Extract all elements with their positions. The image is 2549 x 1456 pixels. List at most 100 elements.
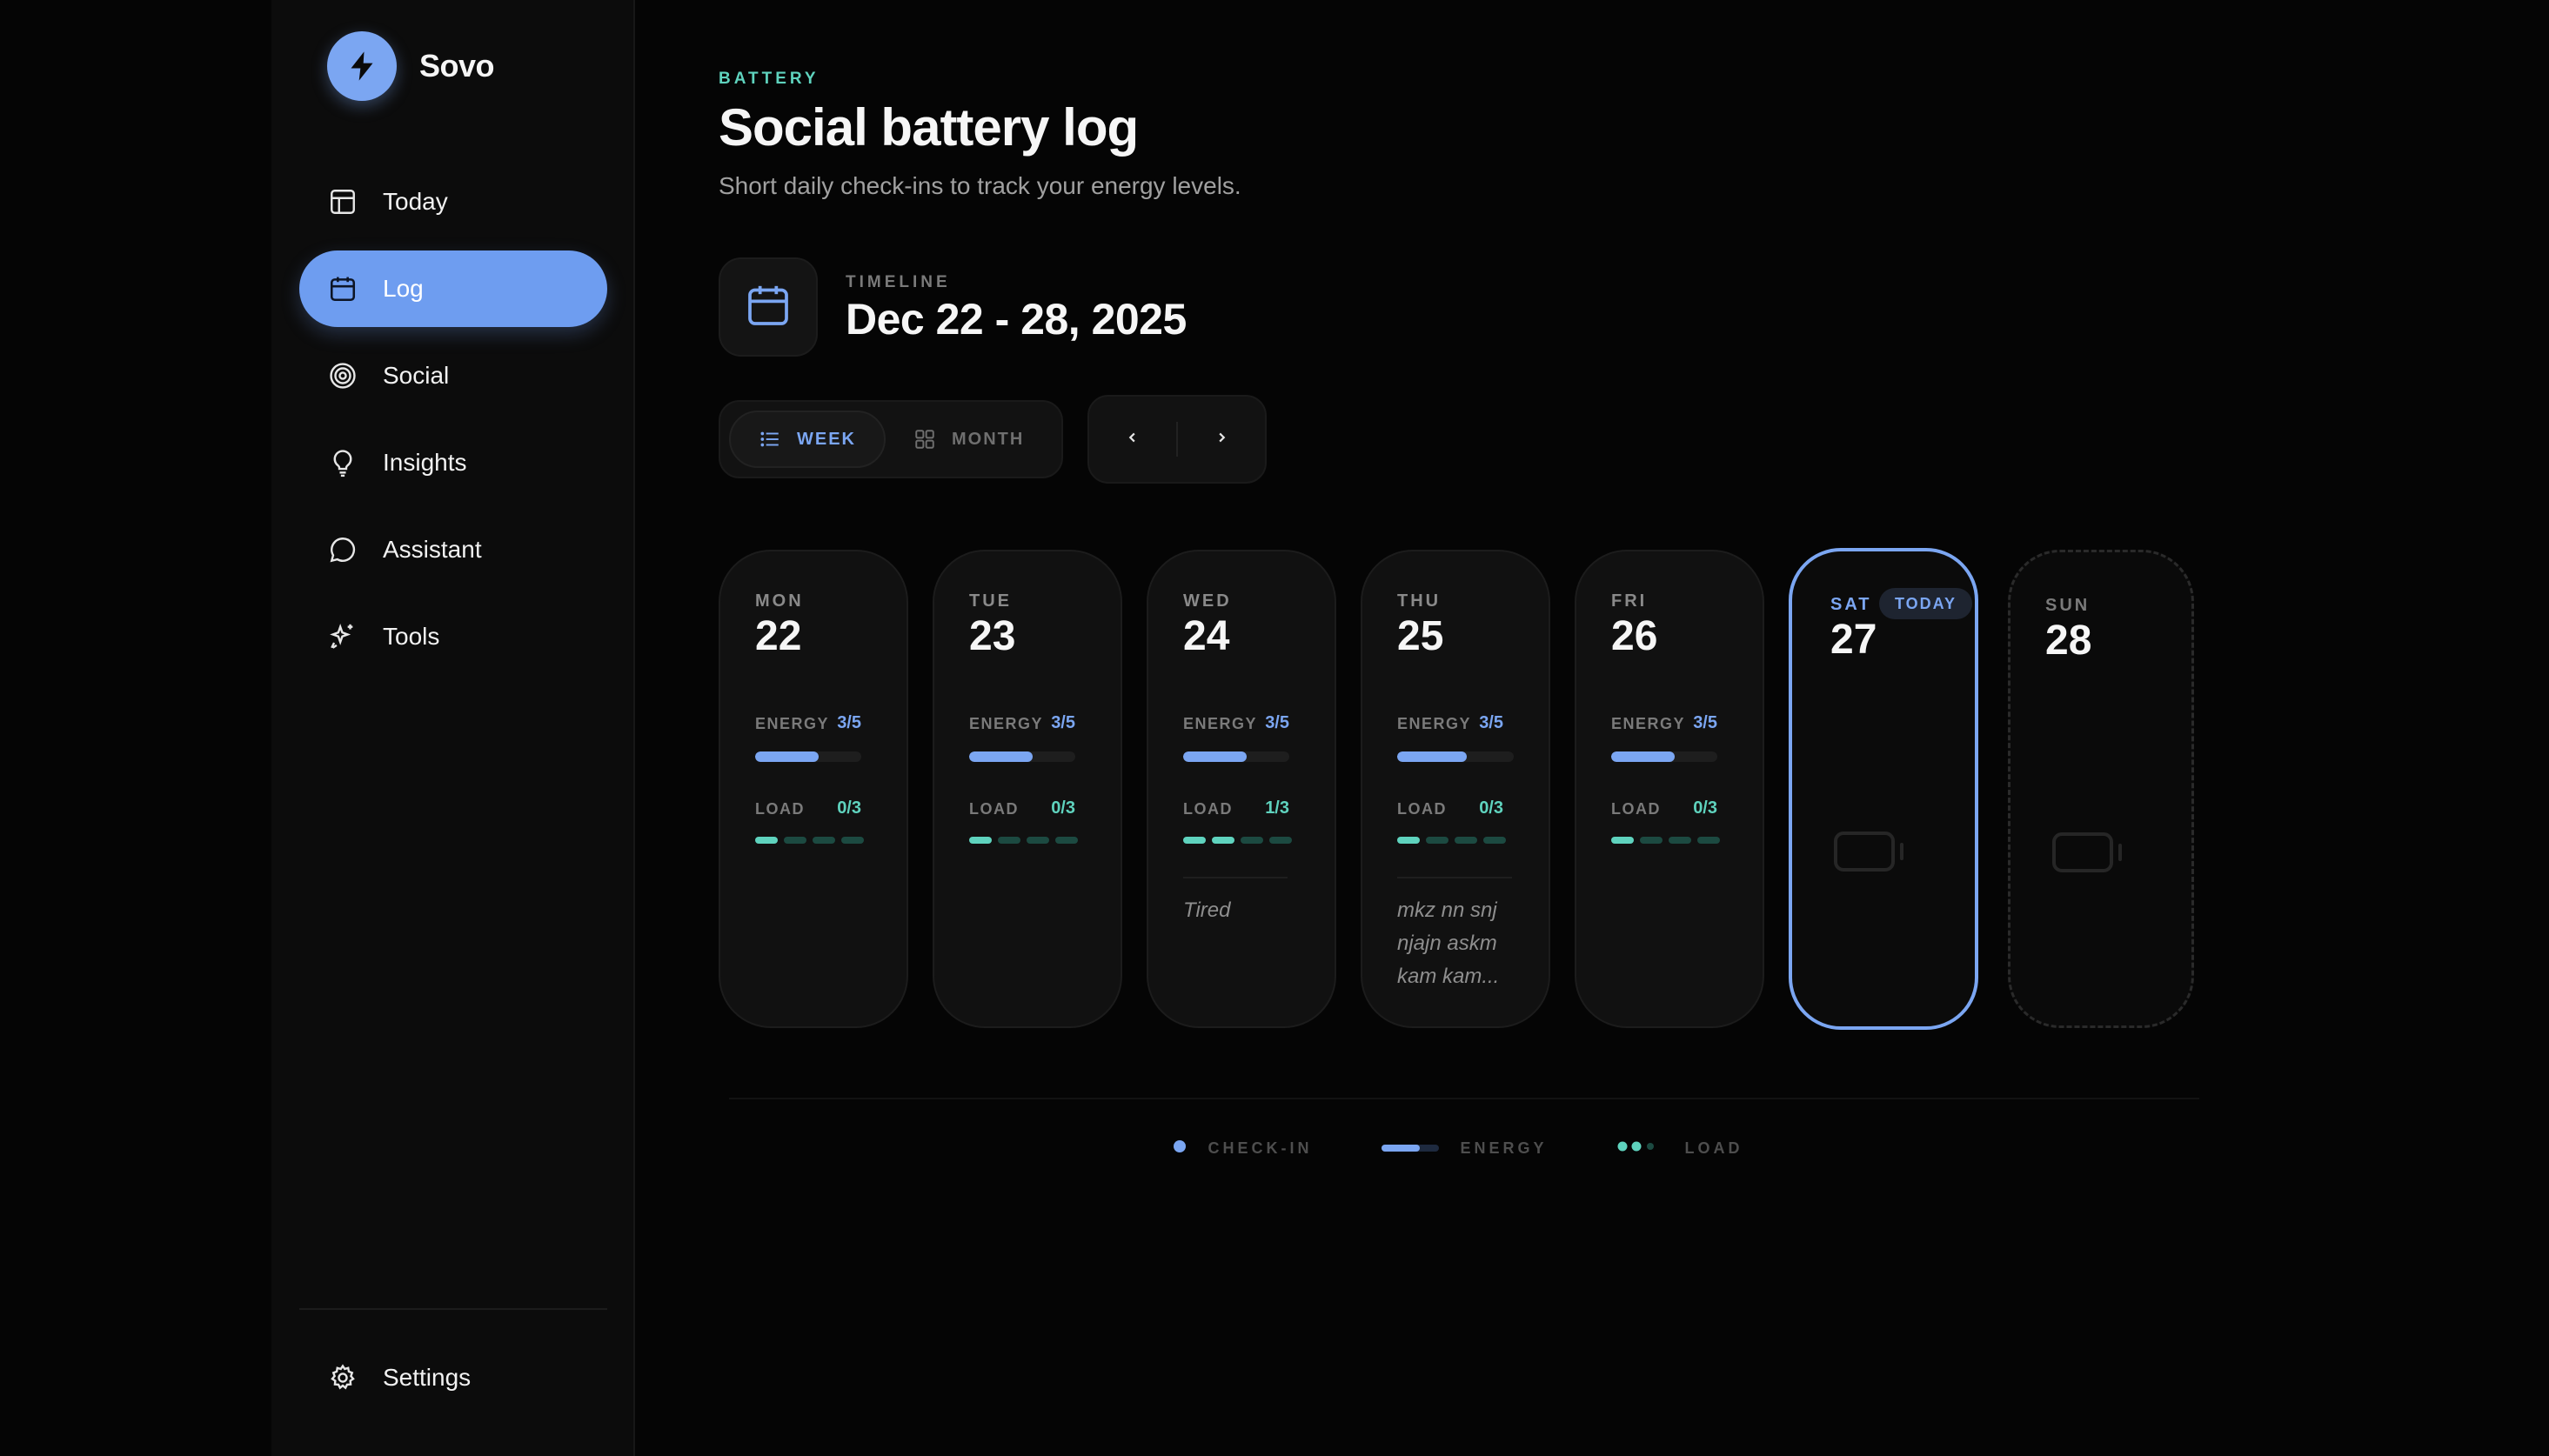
next-week-button[interactable] (1178, 397, 1265, 482)
sidebar-item-label: Today (383, 188, 448, 215)
load-dot (841, 837, 864, 844)
day-number: 28 (2045, 618, 2092, 664)
sidebar-item-log[interactable]: Log (299, 250, 607, 327)
day-card-thu[interactable]: THU 25 ENERGY 3/5 LOAD 0/3 mkz nn snj nj… (1361, 550, 1550, 1028)
sidebar-item-insights[interactable]: Insights (299, 424, 607, 501)
sidebar-item-assistant[interactable]: Assistant (299, 511, 607, 588)
settings-section: Settings (299, 1339, 607, 1426)
load-dot (969, 837, 992, 844)
energy-value: 3/5 (1265, 713, 1289, 732)
section-eyebrow: BATTERY (719, 70, 820, 88)
page-subtitle: Short daily check-ins to track your ener… (719, 172, 1241, 199)
load-dots-icon (1617, 1140, 1664, 1157)
day-of-week: TUE (969, 591, 1012, 611)
legend: CHECK-IN ENERGY LOAD (719, 1139, 2198, 1158)
energy-bar (755, 751, 861, 762)
calendar-icon (327, 273, 358, 304)
grid-icon (913, 428, 936, 451)
app-root: Sovo Today Log Social Insights Assistant… (0, 0, 2549, 1456)
energy-bar-icon (1382, 1141, 1440, 1157)
load-dot (1397, 837, 1420, 844)
energy-bar-fill (755, 751, 820, 762)
day-card-mon[interactable]: MON 22 ENERGY 3/5 LOAD 0/3 (719, 550, 908, 1028)
layout-icon (327, 186, 358, 217)
sidebar-item-label: Assistant (383, 536, 482, 563)
load-dots (1611, 837, 1726, 844)
day-note: Tired (1183, 898, 1231, 922)
load-dots (969, 837, 1084, 844)
day-card-fri[interactable]: FRI 26 ENERGY 3/5 LOAD 0/3 (1575, 550, 1764, 1028)
energy-label: ENERGY (1397, 715, 1472, 732)
list-icon (759, 428, 781, 451)
legend-energy-label: ENERGY (1460, 1139, 1548, 1157)
day-number: 26 (1611, 613, 1658, 659)
legend-checkin-label: CHECK-IN (1208, 1139, 1313, 1157)
page-title: Social battery log (719, 98, 1139, 157)
energy-label: ENERGY (1183, 715, 1258, 732)
sidebar-item-label: Tools (383, 623, 440, 650)
day-card-tue[interactable]: TUE 23 ENERGY 3/5 LOAD 0/3 (933, 550, 1122, 1028)
load-dot (1426, 837, 1448, 844)
lightbulb-icon (327, 447, 358, 478)
sidebar-item-settings[interactable]: Settings (299, 1339, 607, 1416)
lightning-bolt-icon (327, 31, 397, 101)
energy-bar-fill (1183, 751, 1248, 762)
timeline-calendar-tile (719, 257, 818, 357)
sidebar-item-today[interactable]: Today (299, 164, 607, 240)
day-number: 27 (1830, 617, 1877, 663)
legend-checkin: CHECK-IN (1173, 1139, 1312, 1158)
energy-bar-fill (1397, 751, 1468, 762)
load-dot (784, 837, 806, 844)
day-card-wed[interactable]: WED 24 ENERGY 3/5 LOAD 1/3 Tired (1147, 550, 1336, 1028)
sidebar-item-social[interactable]: Social (299, 337, 607, 414)
legend-energy: ENERGY (1382, 1139, 1547, 1158)
chevron-right-icon (1212, 428, 1231, 451)
day-number: 22 (755, 613, 802, 659)
load-dot (1640, 837, 1663, 844)
sidebar: Sovo Today Log Social Insights Assistant… (271, 0, 635, 1456)
load-label: LOAD (969, 800, 1019, 818)
load-dot (998, 837, 1020, 844)
day-note: mkz nn snj njajn askm kam kam... (1397, 898, 1500, 988)
energy-bar (1183, 751, 1289, 762)
energy-value: 3/5 (1051, 713, 1075, 732)
day-card-sat-today[interactable]: SAT TODAY 27 (1789, 548, 1978, 1030)
week-view-button[interactable]: WEEK (729, 411, 886, 468)
load-dot (1483, 837, 1506, 844)
sidebar-item-tools[interactable]: Tools (299, 598, 607, 675)
note-divider (1183, 877, 1288, 878)
day-of-week: MON (755, 591, 804, 611)
load-value: 0/3 (837, 798, 861, 818)
week-pager (1087, 395, 1267, 484)
chevron-left-icon (1123, 428, 1142, 451)
day-of-week: FRI (1611, 591, 1648, 611)
brand[interactable]: Sovo (327, 31, 495, 101)
load-dots (1397, 837, 1512, 844)
load-label: LOAD (1183, 800, 1233, 818)
load-label: LOAD (755, 800, 805, 818)
day-of-week: SAT (1830, 595, 1872, 614)
day-card-sun[interactable]: SUN 28 (2008, 550, 2194, 1028)
note-divider (1397, 877, 1512, 878)
load-dot (755, 837, 778, 844)
day-number: 23 (969, 613, 1016, 659)
month-view-label: MONTH (952, 429, 1025, 449)
legend-load: LOAD (1617, 1139, 1743, 1158)
checkin-dot-icon (1173, 1139, 1187, 1158)
load-dot (1611, 837, 1634, 844)
day-of-week: SUN (2045, 596, 2091, 615)
energy-label: ENERGY (969, 715, 1044, 732)
timeline-label: TIMELINE (846, 273, 951, 291)
legend-divider (729, 1098, 2199, 1099)
load-dot (1212, 837, 1234, 844)
view-toggle: WEEK MONTH (719, 400, 1063, 478)
month-view-button[interactable]: MONTH (886, 411, 1052, 468)
load-label: LOAD (1611, 800, 1661, 818)
today-badge: TODAY (1879, 588, 1973, 619)
sidebar-divider (299, 1308, 607, 1310)
load-label: LOAD (1397, 800, 1447, 818)
sidebar-nav: Today Log Social Insights Assistant Tool… (299, 164, 607, 685)
previous-week-button[interactable] (1089, 397, 1176, 482)
load-value: 1/3 (1265, 798, 1289, 818)
battery-icon (2051, 831, 2125, 878)
